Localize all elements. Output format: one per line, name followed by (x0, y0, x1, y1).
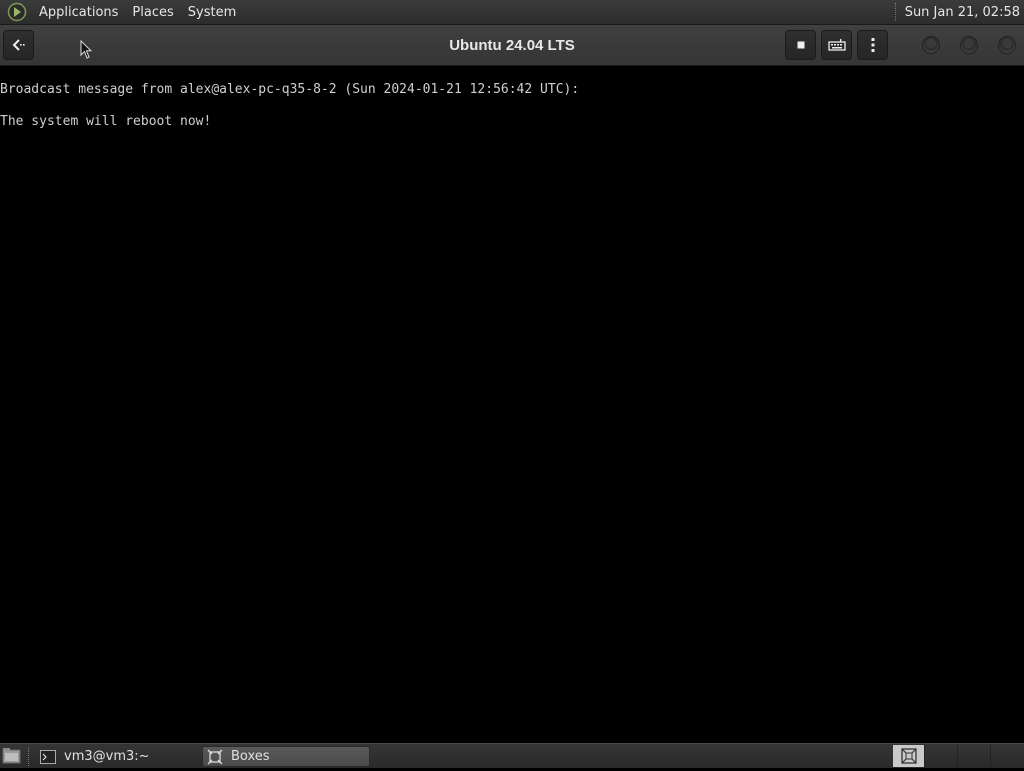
boxes-icon (207, 749, 223, 764)
workspace-1[interactable] (893, 745, 925, 767)
window-title: Ubuntu 24.04 LTS (449, 37, 575, 54)
back-button[interactable] (3, 30, 34, 60)
terminal-icon (40, 749, 56, 764)
show-desktop-icon (2, 748, 21, 764)
applications-menu[interactable]: Applications (32, 0, 125, 25)
task-terminal-label: vm3@vm3:~ (64, 749, 150, 764)
taskbar-separator (28, 747, 29, 766)
reboot-message: The system will reboot now! (0, 114, 212, 129)
boxes-headerbar: Ubuntu 24.04 LTS (0, 25, 1024, 66)
workspace-3[interactable] (958, 745, 991, 767)
minimize-button[interactable] (922, 36, 940, 54)
stop-icon (797, 41, 804, 49)
show-desktop-button[interactable] (2, 747, 22, 765)
task-boxes[interactable]: Boxes (202, 746, 370, 767)
top-panel: Applications Places System Sun Jan 21, 0… (0, 0, 1024, 25)
keyboard-button[interactable] (821, 30, 852, 60)
bottom-panel: vm3@vm3:~ Boxes (0, 743, 1024, 768)
mouse-cursor-icon (80, 40, 92, 59)
workspace-2[interactable] (925, 745, 958, 767)
back-arrow-icon (12, 39, 25, 51)
broadcast-line: Broadcast message from alex@alex-pc-q35-… (0, 82, 580, 97)
task-boxes-label: Boxes (231, 749, 270, 764)
app-menu-logo-icon[interactable] (6, 1, 28, 23)
keyboard-icon (827, 39, 846, 51)
kebab-menu-icon (871, 38, 874, 52)
task-terminal[interactable]: vm3@vm3:~ (36, 746, 196, 767)
system-menu[interactable]: System (181, 0, 243, 25)
menu-button[interactable] (857, 30, 888, 60)
close-button[interactable] (998, 36, 1016, 54)
clock[interactable]: Sun Jan 21, 02:58 (905, 5, 1024, 20)
panel-separator (894, 3, 897, 21)
workspace-4[interactable] (991, 745, 1024, 767)
vm-display[interactable]: Broadcast message from alex@alex-pc-q35-… (0, 66, 1024, 743)
workspace-window-icon (901, 748, 917, 764)
maximize-button[interactable] (960, 36, 978, 54)
stop-button[interactable] (785, 30, 816, 60)
places-menu[interactable]: Places (125, 0, 180, 25)
